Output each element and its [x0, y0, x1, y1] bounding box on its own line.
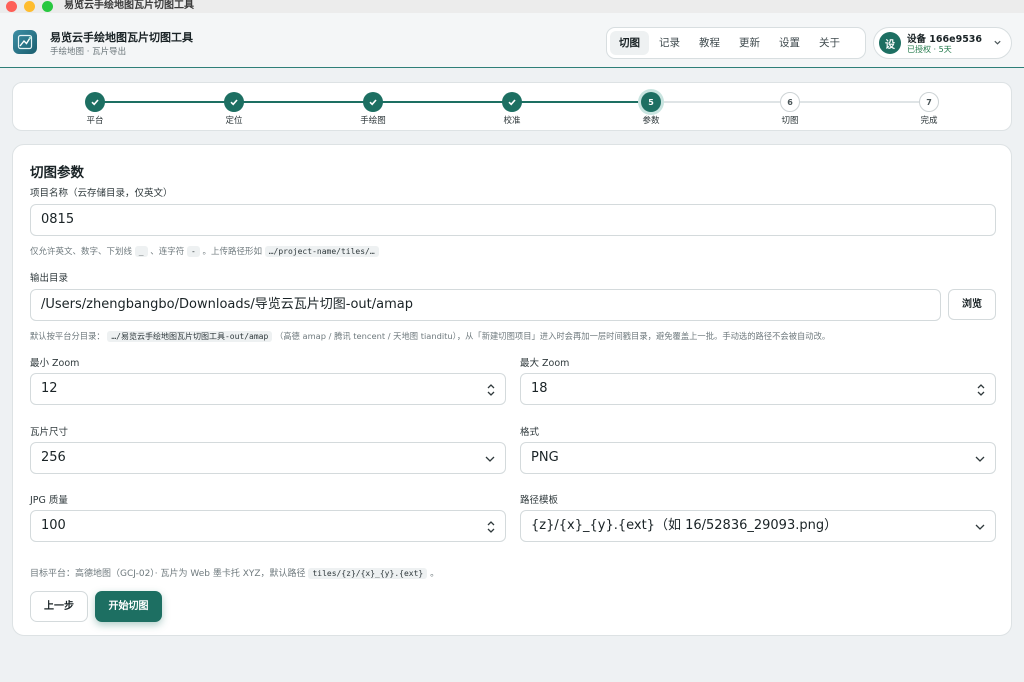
app-title: 易览云手绘地图瓦片切图工具 [50, 31, 193, 44]
jpg-quality-stepper[interactable]: 100 [30, 510, 506, 542]
hint-text: 默认按平台分目录： [30, 331, 105, 341]
stepper-arrows-icon[interactable] [486, 520, 496, 534]
main-nav: 切图 记录 教程 更新 设置 关于 [606, 27, 866, 59]
tile-size-select[interactable]: 256 [30, 442, 506, 474]
hint-code: …/易览云手绘地图瓦片切图工具-out/amap [107, 331, 273, 342]
tile-size-label: 瓦片尺寸 [30, 427, 69, 438]
step-2-check-icon [224, 92, 244, 112]
nav-tab-tutorial[interactable]: 教程 [690, 31, 729, 55]
step-5-number: 5 [641, 92, 661, 112]
stepper-arrows-icon[interactable] [976, 383, 986, 397]
params-card: 切图参数 项目名称（云存储目录，仅英文） 0815 仅允许英文、数字、下划线 _… [12, 144, 1012, 636]
nav-tab-cut[interactable]: 切图 [610, 31, 649, 55]
output-dir-label: 输出目录 [30, 273, 69, 284]
section-title: 切图参数 [30, 165, 84, 181]
step-label: 校准 [503, 116, 521, 126]
output-dir-input[interactable]: /Users/zhengbangbo/Downloads/导览云瓦片切图-out… [30, 289, 941, 321]
window-title: 易览云手绘地图瓦片切图工具 [64, 0, 194, 11]
chevron-down-icon [975, 456, 985, 462]
format-select[interactable]: PNG [520, 442, 996, 474]
chevron-down-icon [994, 40, 1001, 45]
jpg-quality-value: 100 [41, 518, 66, 533]
output-dir-hint: 默认按平台分目录： …/易览云手绘地图瓦片切图工具-out/amap （高德 a… [30, 330, 830, 342]
hint-code: - [186, 246, 200, 257]
tile-size-value: 256 [41, 450, 66, 465]
hint-text: 、连字符 [150, 247, 185, 257]
prev-step-button[interactable]: 上一步 [30, 591, 88, 622]
device-menu[interactable]: 设 设备 166e9536 已授权 · 5天 [873, 27, 1012, 59]
device-status: 已授权 · 5天 [907, 45, 952, 54]
max-zoom-label: 最大 Zoom [520, 358, 570, 369]
project-name-label: 项目名称（云存储目录，仅英文） [30, 188, 173, 199]
step-label: 定位 [225, 116, 243, 126]
project-name-hint: 仅允许英文、数字、下划线 _ 、连字符 - 。上传路径形如 …/project-… [30, 245, 379, 257]
step-label: 完成 [920, 116, 938, 126]
jpg-quality-label: JPG 质量 [30, 495, 68, 506]
min-zoom-stepper[interactable]: 12 [30, 373, 506, 405]
device-name: 设备 166e9536 [907, 34, 983, 45]
format-value: PNG [531, 450, 559, 465]
max-zoom-stepper[interactable]: 18 [520, 373, 996, 405]
max-zoom-value: 18 [531, 381, 548, 396]
step-7-number: 7 [919, 92, 939, 112]
start-cut-button[interactable]: 开始切图 [95, 591, 162, 622]
step-4-check-icon [502, 92, 522, 112]
stepper-arrows-icon[interactable] [486, 383, 496, 397]
hint-code: tiles/{z}/{x}_{y}.{ext} [308, 568, 428, 579]
chevron-down-icon [975, 524, 985, 530]
step-label: 切图 [781, 116, 799, 126]
step-6-number: 6 [780, 92, 800, 112]
window-titlebar: 易览云手绘地图瓦片切图工具 [0, 0, 1024, 13]
format-label: 格式 [520, 427, 540, 438]
app-header: 易览云手绘地图瓦片切图工具 手绘地图 · 瓦片导出 切图 记录 教程 更新 设置… [0, 13, 1024, 68]
close-window-button[interactable] [6, 1, 17, 12]
device-avatar: 设 [879, 32, 901, 54]
path-template-select[interactable]: {z}/{x}_{y}.{ext}（如 16/52836_29093.png） [520, 510, 996, 542]
hint-text: （高德 amap / 腾讯 tencent / 天地图 tianditu），从「… [274, 331, 831, 341]
step-label: 平台 [86, 116, 104, 126]
min-zoom-value: 12 [41, 381, 58, 396]
step-label: 手绘图 [360, 116, 386, 126]
chevron-down-icon [485, 456, 495, 462]
nav-tab-records[interactable]: 记录 [650, 31, 689, 55]
min-zoom-label: 最小 Zoom [30, 358, 80, 369]
nav-tab-settings[interactable]: 设置 [770, 31, 809, 55]
hint-code: …/project-name/tiles/… [264, 246, 379, 257]
nav-tab-about[interactable]: 关于 [810, 31, 849, 55]
nav-tab-update[interactable]: 更新 [730, 31, 769, 55]
hint-text: 目标平台：高德地图（GCJ-02）· 瓦片为 Web 墨卡托 XYZ，默认路径 [30, 569, 306, 579]
hint-code: _ [134, 246, 148, 257]
browse-button[interactable]: 浏览 [948, 289, 996, 320]
hint-text: 。上传路径形如 [202, 247, 263, 257]
step-3-check-icon [363, 92, 383, 112]
step-label: 参数 [642, 116, 660, 126]
hint-text: 。 [430, 569, 440, 579]
target-platform-hint: 目标平台：高德地图（GCJ-02）· 瓦片为 Web 墨卡托 XYZ，默认路径 … [30, 566, 439, 579]
path-template-value: {z}/{x}_{y}.{ext}（如 16/52836_29093.png） [531, 518, 838, 533]
project-name-input[interactable]: 0815 [30, 204, 996, 236]
hint-text: 仅允许英文、数字、下划线 [30, 247, 133, 257]
app-logo-icon [13, 30, 37, 54]
path-template-label: 路径模板 [520, 495, 559, 506]
zoom-window-button[interactable] [42, 1, 53, 12]
minimize-window-button[interactable] [24, 1, 35, 12]
progress-stepper: 平台 定位 手绘图 校准 5 参数 6 切图 7 完成 [12, 82, 1012, 131]
app-subtitle: 手绘地图 · 瓦片导出 [50, 47, 127, 57]
step-1-check-icon [85, 92, 105, 112]
